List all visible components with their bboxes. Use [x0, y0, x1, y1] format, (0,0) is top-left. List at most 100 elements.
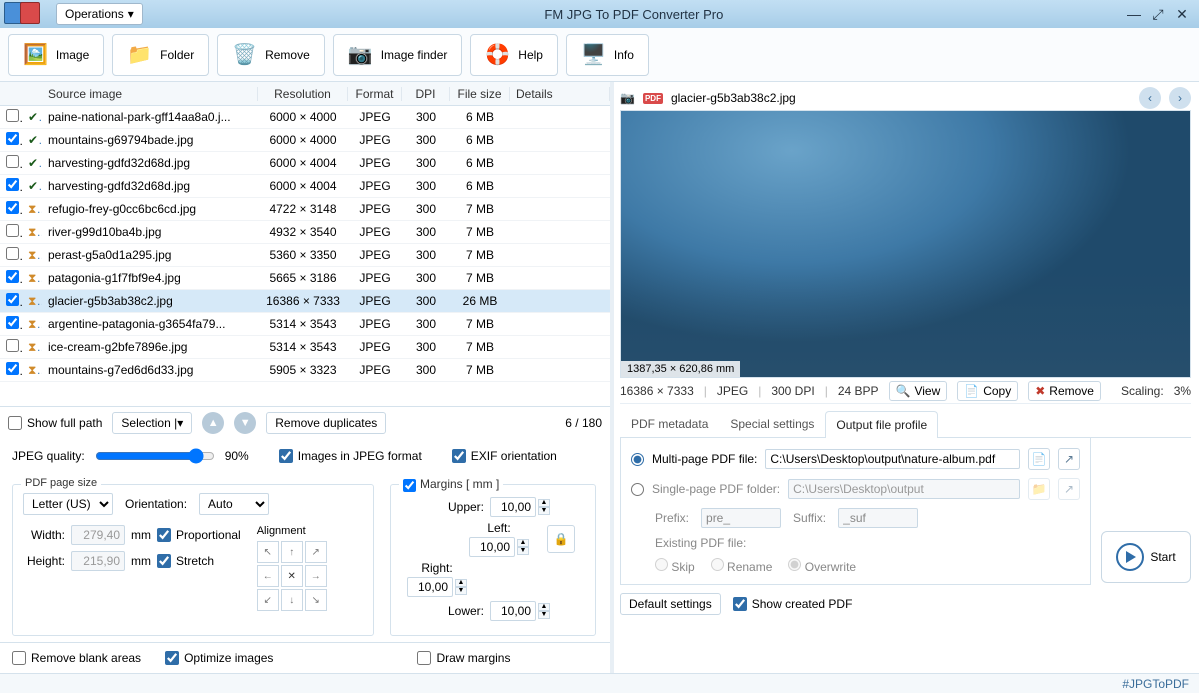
col-dpi[interactable]: DPI	[402, 87, 450, 101]
row-checkbox[interactable]	[6, 178, 19, 191]
image-finder-button[interactable]: 📷Image finder	[333, 34, 463, 76]
copy-button[interactable]: 📄Copy	[957, 381, 1018, 401]
help-button[interactable]: 🛟Help	[470, 34, 558, 76]
maximize-button[interactable]: ⤢	[1149, 5, 1167, 23]
width-input[interactable]	[71, 525, 125, 545]
jpeg-quality-slider[interactable]	[95, 448, 215, 464]
default-settings-button[interactable]: Default settings	[620, 593, 721, 615]
operations-label: Operations	[65, 7, 124, 21]
info-button[interactable]: 🖥️Info	[566, 34, 649, 76]
multi-page-radio[interactable]	[631, 453, 644, 466]
move-up-button[interactable]: ▲	[202, 412, 224, 434]
table-row[interactable]: ⧗ice-cream-g2bfe7896e.jpg5314 × 3543JPEG…	[0, 336, 610, 359]
suffix-input[interactable]	[838, 508, 918, 528]
table-row[interactable]: ✔paine-national-park-gff14aa8a0.j...6000…	[0, 106, 610, 129]
remove-blank-checkbox[interactable]: Remove blank areas	[12, 651, 141, 665]
margin-right-input[interactable]: ▲▼	[407, 577, 467, 597]
prev-image-button[interactable]: ‹	[1139, 87, 1161, 109]
tab-output-profile[interactable]: Output file profile	[825, 411, 938, 438]
alignment-grid[interactable]: ↖↑↗ ←✕→ ↙↓↘	[257, 541, 327, 611]
margins-enable-checkbox[interactable]	[403, 479, 416, 492]
show-created-pdf-checkbox[interactable]: Show created PDF	[733, 597, 853, 611]
proportional-checkbox[interactable]: Proportional	[157, 528, 241, 542]
table-row[interactable]: ✔harvesting-gdfd32d68d.jpg6000 × 4004JPE…	[0, 175, 610, 198]
hourglass-icon: ⧗	[22, 363, 42, 378]
row-checkbox[interactable]	[6, 155, 19, 168]
exif-orientation-checkbox[interactable]: EXIF orientation	[452, 449, 557, 463]
row-filename: harvesting-gdfd32d68d.jpg	[42, 156, 258, 170]
open-folder-button-2[interactable]: ↗	[1058, 478, 1080, 500]
col-resolution[interactable]: Resolution	[258, 87, 348, 101]
rename-radio[interactable]: Rename	[711, 558, 773, 574]
remove-duplicates-button[interactable]: Remove duplicates	[266, 412, 386, 434]
skip-radio[interactable]: Skip	[655, 558, 695, 574]
remove-preview-button[interactable]: ✖Remove	[1028, 381, 1101, 401]
table-row[interactable]: ✔harvesting-gdfd32d68d.jpg6000 × 4004JPE…	[0, 152, 610, 175]
margin-left-input[interactable]: ▲▼	[469, 537, 529, 557]
single-page-radio[interactable]	[631, 483, 644, 496]
play-icon	[1116, 543, 1144, 571]
row-checkbox[interactable]	[6, 362, 19, 375]
orientation-select[interactable]: Auto	[199, 493, 269, 515]
row-checkbox[interactable]	[6, 293, 19, 306]
row-checkbox[interactable]	[6, 339, 19, 352]
optimize-images-checkbox[interactable]: Optimize images	[165, 651, 273, 665]
col-size[interactable]: File size	[450, 87, 510, 101]
row-format: JPEG	[348, 225, 402, 239]
jpeg-format-checkbox[interactable]: Images in JPEG format	[279, 449, 422, 463]
tab-pdf-metadata[interactable]: PDF metadata	[620, 410, 719, 437]
operations-menu[interactable]: Operations ▾	[56, 3, 143, 25]
table-row[interactable]: ⧗argentine-patagonia-g3654fa79...5314 × …	[0, 313, 610, 336]
prefix-input[interactable]	[701, 508, 781, 528]
start-button[interactable]: Start	[1101, 531, 1191, 583]
page-size-select[interactable]: Letter (US)	[23, 493, 113, 515]
row-filename: refugio-frey-g0cc6bc6cd.jpg	[42, 202, 258, 216]
single-page-path-input[interactable]	[788, 479, 1020, 499]
row-format: JPEG	[348, 156, 402, 170]
browse-pdf-button[interactable]: 📄	[1028, 448, 1050, 470]
show-full-path-checkbox[interactable]: Show full path	[8, 416, 102, 430]
col-source[interactable]: Source image	[42, 87, 258, 101]
hashtag-link[interactable]: #JPGToPDF	[1122, 677, 1189, 691]
open-folder-button[interactable]: ↗	[1058, 448, 1080, 470]
file-list[interactable]: ✔paine-national-park-gff14aa8a0.j...6000…	[0, 106, 610, 406]
row-filename: mountains-g7ed6d6d33.jpg	[42, 363, 258, 377]
view-button[interactable]: 🔍View	[889, 381, 948, 401]
lock-margins-button[interactable]: 🔒	[547, 525, 575, 553]
row-checkbox[interactable]	[6, 132, 19, 145]
stretch-checkbox[interactable]: Stretch	[157, 554, 214, 568]
overwrite-radio[interactable]: Overwrite	[788, 558, 856, 574]
row-checkbox[interactable]	[6, 270, 19, 283]
table-row[interactable]: ✔mountains-g69794bade.jpg6000 × 4000JPEG…	[0, 129, 610, 152]
table-row[interactable]: ⧗perast-g5a0d1a295.jpg5360 × 3350JPEG300…	[0, 244, 610, 267]
margin-lower-input[interactable]: ▲▼	[490, 601, 550, 621]
table-row[interactable]: ⧗glacier-g5b3ab38c2.jpg16386 × 7333JPEG3…	[0, 290, 610, 313]
remove-button[interactable]: 🗑️Remove	[217, 34, 325, 76]
selection-menu[interactable]: Selection |▾	[112, 412, 192, 434]
tab-special-settings[interactable]: Special settings	[719, 410, 825, 437]
browse-folder-button[interactable]: 📁	[1028, 478, 1050, 500]
margin-upper-input[interactable]: ▲▼	[490, 497, 550, 517]
height-input[interactable]	[71, 551, 125, 571]
preview-area[interactable]: 1387,35 × 620,86 mm	[620, 110, 1191, 378]
draw-margins-checkbox[interactable]: Draw margins	[417, 651, 510, 665]
table-row[interactable]: ⧗mountains-g7ed6d6d33.jpg5905 × 3323JPEG…	[0, 359, 610, 382]
row-checkbox[interactable]	[6, 247, 19, 260]
table-row[interactable]: ⧗patagonia-g1f7fbf9e4.jpg5665 × 3186JPEG…	[0, 267, 610, 290]
row-checkbox[interactable]	[6, 224, 19, 237]
minimize-button[interactable]: —	[1125, 5, 1143, 23]
row-checkbox[interactable]	[6, 316, 19, 329]
row-resolution: 5905 × 3323	[258, 363, 348, 377]
col-format[interactable]: Format	[348, 87, 402, 101]
row-checkbox[interactable]	[6, 109, 19, 122]
table-row[interactable]: ⧗refugio-frey-g0cc6bc6cd.jpg4722 × 3148J…	[0, 198, 610, 221]
col-details[interactable]: Details	[510, 87, 610, 101]
move-down-button[interactable]: ▼	[234, 412, 256, 434]
table-row[interactable]: ⧗river-g99d10ba4b.jpg4932 × 3540JPEG3007…	[0, 221, 610, 244]
close-button[interactable]: ✕	[1173, 5, 1191, 23]
next-image-button[interactable]: ›	[1169, 87, 1191, 109]
add-folder-button[interactable]: 📁Folder	[112, 34, 209, 76]
row-checkbox[interactable]	[6, 201, 19, 214]
multi-page-path-input[interactable]	[765, 449, 1020, 469]
add-image-button[interactable]: 🖼️Image	[8, 34, 104, 76]
